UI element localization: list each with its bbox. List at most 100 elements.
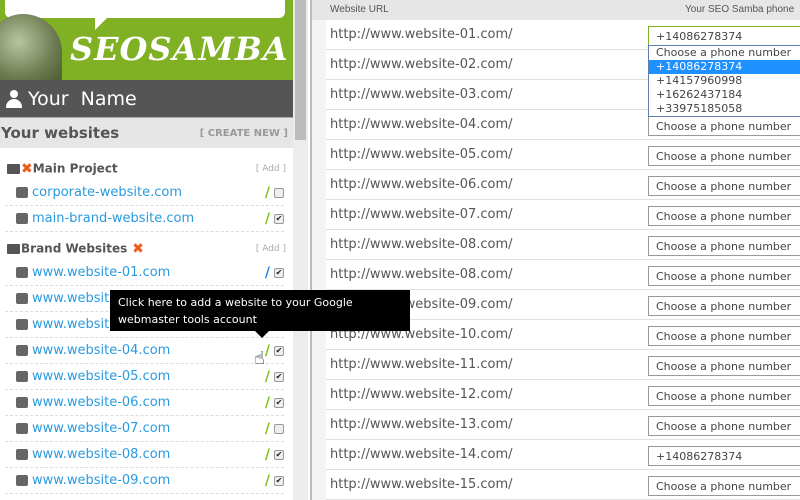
user-bar[interactable]: Your Name [0, 80, 293, 117]
website-link[interactable]: www.website-04.com [16, 343, 170, 358]
website-url: http://www.website-14.com/ [330, 447, 513, 462]
user-icon [6, 89, 22, 108]
wrench-icon[interactable]: / [265, 474, 270, 488]
header-website-url: Website URL [330, 4, 389, 15]
sidebar-scrollbar[interactable] [293, 0, 308, 500]
phone-select[interactable]: Choose a phone number [648, 476, 800, 496]
website-item: www.website-06.com / ✔ [5, 390, 284, 416]
phone-select[interactable]: +14086278374 [648, 26, 800, 46]
website-name: www.website-06.com [32, 395, 171, 410]
website-url: http://www.website-08.com/ [330, 267, 513, 282]
website-name: corporate-website.com [32, 185, 183, 200]
item-tools: /✔ [265, 396, 284, 410]
phone-select[interactable]: Choose a phone number [648, 416, 800, 436]
folder-icon [7, 244, 20, 254]
website-link[interactable]: main-brand-website.com [16, 211, 194, 226]
website-checkbox[interactable]: ✔ [274, 267, 284, 278]
create-new-link[interactable]: [ CREATE NEW ] [200, 128, 288, 139]
website-url: http://www.website-15.com/ [330, 477, 513, 492]
item-tools: /✔ [265, 474, 284, 488]
add-website-link[interactable]: [ Add ] [256, 164, 286, 174]
phone-select[interactable]: Choose a phone number [648, 236, 800, 256]
phone-select[interactable]: Choose a phone number [648, 206, 800, 226]
wrench-icon[interactable]: / [265, 422, 270, 436]
header-phone: Your SEO Samba phone [685, 4, 795, 15]
dropdown-option[interactable]: Choose a phone number [649, 46, 800, 60]
tooltip: Click here to add a website to your Goog… [110, 290, 410, 338]
dropdown-option[interactable]: +14157960998 [649, 74, 800, 88]
website-checkbox[interactable]: ✔ [274, 371, 284, 382]
phone-select[interactable]: +14086278374 [648, 446, 800, 466]
wrench-icon[interactable]: / [265, 212, 270, 226]
website-name: www.website-01.com [32, 265, 171, 280]
folder-icon [7, 164, 20, 174]
group-title-wrap: Brand Websites ✖ [7, 241, 144, 257]
website-url: http://www.website-05.com/ [330, 147, 513, 162]
phone-select[interactable]: Choose a phone number [648, 296, 800, 316]
delete-icon[interactable]: ✖ [21, 161, 33, 177]
scrollbar-thumb[interactable] [295, 0, 306, 140]
website-item: www.website-01.com / ✔ [5, 260, 284, 286]
phone-select[interactable]: Choose a phone number [648, 176, 800, 196]
table-row: http://www.website-05.com/Choose a phone… [326, 140, 800, 170]
speech-bubble-tail [95, 16, 109, 30]
item-tools: / [265, 422, 284, 436]
website-name: www.website-09.com [32, 473, 171, 488]
seosamba-logo[interactable]: SEOSAMBA [0, 0, 293, 80]
website-item: www.website-04.com / ✔ [5, 338, 284, 364]
delete-icon[interactable]: ✖ [127, 241, 144, 257]
website-url: http://www.website-11.com/ [330, 357, 513, 372]
user-name: Your Name [28, 87, 137, 110]
website-item: www.website-05.com / ✔ [5, 364, 284, 390]
website-link[interactable]: www.website-09.com [16, 473, 170, 488]
website-url: http://www.website-13.com/ [330, 417, 513, 432]
phone-select[interactable]: Choose a phone number [648, 146, 800, 166]
website-url: http://www.website-06.com/ [330, 177, 513, 192]
iguana-image [0, 14, 62, 80]
wrench-icon[interactable]: / [265, 370, 270, 384]
phone-dropdown-list[interactable]: Choose a phone number +14086278374 +141579… [648, 45, 800, 117]
website-cube-icon [16, 319, 28, 330]
item-tools: /✔ [265, 344, 284, 358]
dropdown-option[interactable]: +14086278374 [649, 60, 800, 74]
group-header: ✖Main Project [ Add ] [5, 158, 288, 180]
phone-select[interactable]: Choose a phone number [648, 356, 800, 376]
website-name: www.website-04.com [32, 343, 171, 358]
website-url: http://www.website-07.com/ [330, 207, 513, 222]
website-url: http://www.website-04.com/ [330, 117, 513, 132]
website-checkbox[interactable] [274, 423, 284, 434]
table-row: http://www.website-13.com/Choose a phone… [326, 410, 800, 440]
dropdown-option[interactable]: +33975185058 [649, 102, 800, 116]
website-link[interactable]: corporate-website.com [16, 185, 182, 200]
phone-select[interactable]: Choose a phone number [648, 326, 800, 346]
website-link[interactable]: www.website-01.com [16, 265, 170, 280]
phone-select[interactable]: Choose a phone number [648, 266, 800, 286]
website-checkbox[interactable]: ✔ [274, 345, 284, 356]
phone-select[interactable]: Choose a phone number [648, 116, 800, 136]
wrench-icon[interactable]: / [265, 396, 270, 410]
wrench-icon[interactable]: / [265, 266, 270, 280]
website-link[interactable]: www.website-08.com [16, 447, 170, 462]
website-link[interactable]: www.website-05.com [16, 369, 170, 384]
website-link[interactable]: www.website-07.com [16, 421, 170, 436]
group-name: Main Project [32, 161, 118, 176]
logo-text: SEOSAMBA [70, 30, 289, 68]
add-website-link[interactable]: [ Add ] [256, 244, 286, 254]
item-tools: / [265, 186, 284, 200]
website-checkbox[interactable] [274, 187, 284, 198]
website-checkbox[interactable]: ✔ [274, 397, 284, 408]
website-cube-icon [16, 397, 28, 408]
table-row: http://www.website-14.com/ +14086278374 [326, 440, 800, 470]
website-cube-icon [16, 345, 28, 356]
wrench-icon[interactable]: / [265, 448, 270, 462]
website-link[interactable]: www.website-06.com [16, 395, 170, 410]
phone-select[interactable]: Choose a phone number [648, 386, 800, 406]
dropdown-option[interactable]: +16262437184 [649, 88, 800, 102]
website-checkbox[interactable]: ✔ [274, 213, 284, 224]
table-row: http://www.website-08.com/Choose a phone… [326, 260, 800, 290]
wrench-icon[interactable]: / [265, 344, 270, 358]
wrench-icon[interactable]: / [265, 186, 270, 200]
website-checkbox[interactable]: ✔ [274, 475, 284, 486]
website-cube-icon [16, 187, 28, 198]
website-checkbox[interactable]: ✔ [274, 449, 284, 460]
